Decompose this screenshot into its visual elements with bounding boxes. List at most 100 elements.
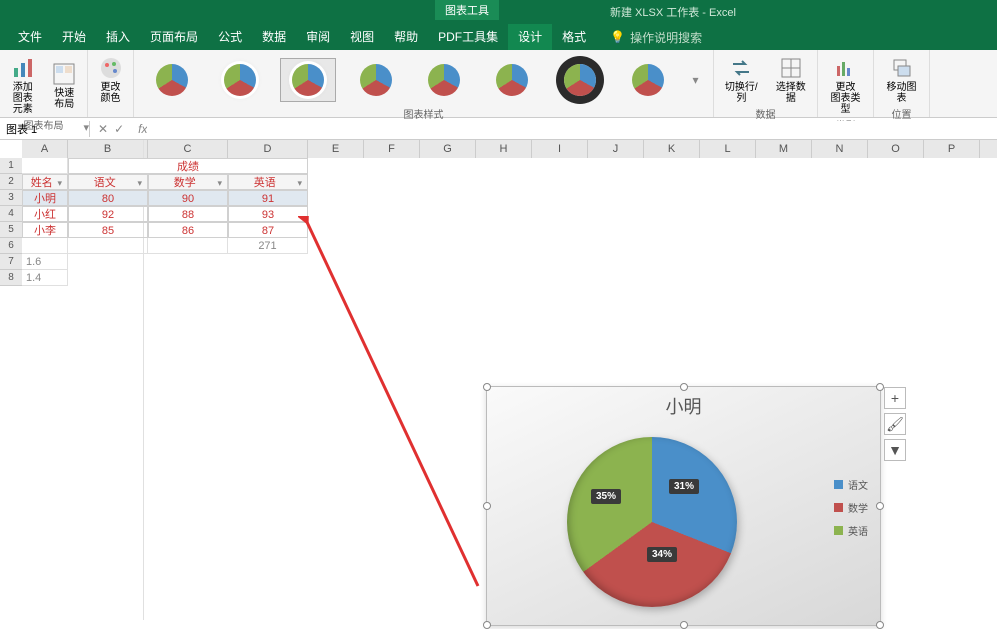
column-header[interactable]: B bbox=[68, 140, 148, 158]
column-header[interactable]: D bbox=[228, 140, 308, 158]
resize-handle[interactable] bbox=[876, 383, 884, 391]
ribbon-location-group: 移动图表 位置 bbox=[874, 50, 930, 117]
styles-more-button[interactable]: ▾ bbox=[688, 69, 702, 91]
table-cell[interactable]: 90 bbox=[148, 190, 228, 206]
row-header[interactable]: 4 bbox=[0, 206, 22, 222]
chart-filter-button[interactable]: ▼ bbox=[884, 439, 906, 461]
tab-file[interactable]: 文件 bbox=[8, 24, 52, 50]
column-header[interactable]: A bbox=[22, 140, 68, 158]
table-cell[interactable]: 小李 bbox=[22, 222, 68, 238]
column-header[interactable]: L bbox=[700, 140, 756, 158]
select-data-button[interactable]: 选择数据 bbox=[771, 54, 811, 106]
chart-style-6[interactable] bbox=[484, 58, 540, 102]
chart-style-2[interactable] bbox=[212, 58, 268, 102]
tab-help[interactable]: 帮助 bbox=[384, 24, 428, 50]
resize-handle[interactable] bbox=[483, 383, 491, 391]
resize-handle[interactable] bbox=[680, 621, 688, 629]
move-chart-button[interactable]: 移动图表 bbox=[880, 54, 923, 106]
chart-object[interactable]: 小明 31% 34% 35% 语文 数学 英语 + 🖌 ▼ bbox=[486, 386, 881, 626]
table-cell[interactable]: 小红 bbox=[22, 206, 68, 222]
column-header[interactable]: P bbox=[924, 140, 980, 158]
tell-me-text: 操作说明搜索 bbox=[630, 29, 702, 46]
chart-styles-button[interactable]: 🖌 bbox=[884, 413, 906, 435]
chart-style-4[interactable] bbox=[348, 58, 404, 102]
column-header[interactable]: N bbox=[812, 140, 868, 158]
column-header[interactable]: K bbox=[644, 140, 700, 158]
pie-chart[interactable]: 31% 34% 35% bbox=[567, 437, 737, 607]
formula-input[interactable] bbox=[147, 121, 997, 136]
table-cell[interactable]: 87 bbox=[228, 222, 308, 238]
table-cell[interactable]: 92 bbox=[68, 206, 148, 222]
quick-layout-button[interactable]: 快速布局 bbox=[48, 60, 82, 112]
row-header[interactable]: 7 bbox=[0, 254, 22, 270]
row-header[interactable]: 1 bbox=[0, 158, 22, 174]
tell-me-search[interactable]: 💡 操作说明搜索 bbox=[610, 29, 702, 46]
formula-bar: 图表 1 ▾ ✕ ✓ fx bbox=[0, 118, 997, 140]
chart-type-icon bbox=[834, 56, 858, 80]
row-header[interactable]: 3 bbox=[0, 190, 22, 206]
chart-style-8[interactable] bbox=[620, 58, 676, 102]
merged-header-cell[interactable]: 成绩 bbox=[68, 158, 308, 174]
change-chart-type-button[interactable]: 更改 图表类型 bbox=[824, 54, 867, 117]
column-header[interactable]: I bbox=[532, 140, 588, 158]
resize-handle[interactable] bbox=[483, 502, 491, 510]
column-header[interactable]: J bbox=[588, 140, 644, 158]
column-header[interactable]: E bbox=[308, 140, 364, 158]
change-colors-button[interactable]: 更改 颜色 bbox=[95, 54, 127, 106]
tab-pdf[interactable]: PDF工具集 bbox=[428, 24, 508, 50]
enter-icon[interactable]: ✓ bbox=[114, 122, 124, 136]
data-cell[interactable]: 1.6 bbox=[22, 254, 68, 270]
resize-handle[interactable] bbox=[876, 621, 884, 629]
table-cell[interactable]: 93 bbox=[228, 206, 308, 222]
row-headers[interactable]: 1 2 3 4 5 6 7 8 bbox=[0, 158, 22, 286]
cancel-icon[interactable]: ✕ bbox=[98, 122, 108, 136]
table-cell[interactable]: 85 bbox=[68, 222, 148, 238]
data-cell[interactable]: 1.4 bbox=[22, 270, 68, 286]
table-cell[interactable]: 86 bbox=[148, 222, 228, 238]
row-header[interactable]: 8 bbox=[0, 270, 22, 286]
tab-data[interactable]: 数据 bbox=[252, 24, 296, 50]
column-headers[interactable]: ABCDEFGHIJKLMNOP bbox=[22, 140, 997, 158]
column-header[interactable]: O bbox=[868, 140, 924, 158]
resize-handle[interactable] bbox=[876, 502, 884, 510]
tab-view[interactable]: 视图 bbox=[340, 24, 384, 50]
column-header[interactable]: F bbox=[364, 140, 420, 158]
tab-formulas[interactable]: 公式 bbox=[208, 24, 252, 50]
tab-home[interactable]: 开始 bbox=[52, 24, 96, 50]
switch-row-col-button[interactable]: 切换行/列 bbox=[720, 54, 763, 106]
table-cell[interactable]: 小明 bbox=[22, 190, 68, 206]
table-cell[interactable]: 91 bbox=[228, 190, 308, 206]
column-header[interactable]: M bbox=[756, 140, 812, 158]
chart-style-7[interactable] bbox=[552, 58, 608, 102]
column-header[interactable]: C bbox=[148, 140, 228, 158]
row-header[interactable]: 2 bbox=[0, 174, 22, 190]
resize-handle[interactable] bbox=[483, 621, 491, 629]
chart-style-1[interactable] bbox=[144, 58, 200, 102]
row-header[interactable]: 5 bbox=[0, 222, 22, 238]
add-chart-element-button[interactable]: 添加图表 元素 bbox=[6, 54, 40, 117]
header-cell[interactable]: 姓名▾ bbox=[22, 174, 68, 190]
tab-format[interactable]: 格式 bbox=[552, 24, 596, 50]
header-cell[interactable]: 数学▾ bbox=[148, 174, 228, 190]
sum-cell[interactable]: 271 bbox=[228, 238, 308, 254]
tab-layout[interactable]: 页面布局 bbox=[140, 24, 208, 50]
spreadsheet-grid[interactable]: ABCDEFGHIJKLMNOP 1 2 3 4 5 6 7 8 成绩 姓名▾ … bbox=[0, 140, 997, 286]
table-cell[interactable]: 88 bbox=[148, 206, 228, 222]
tab-design[interactable]: 设计 bbox=[508, 24, 552, 50]
tab-review[interactable]: 审阅 bbox=[296, 24, 340, 50]
cells-area[interactable]: 成绩 姓名▾ 语文▾ 数学▾ 英语▾ 小明 80 90 91 小红 92 88 … bbox=[22, 158, 308, 286]
chart-title[interactable]: 小明 bbox=[487, 387, 880, 419]
chart-legend[interactable]: 语文 数学 英语 bbox=[834, 477, 868, 546]
column-header[interactable]: H bbox=[476, 140, 532, 158]
resize-handle[interactable] bbox=[680, 383, 688, 391]
column-header[interactable]: G bbox=[420, 140, 476, 158]
tab-insert[interactable]: 插入 bbox=[96, 24, 140, 50]
row-header[interactable]: 6 bbox=[0, 238, 22, 254]
chart-style-5[interactable] bbox=[416, 58, 472, 102]
name-box[interactable]: 图表 1 ▾ bbox=[0, 121, 90, 137]
header-cell[interactable]: 语文▾ bbox=[68, 174, 148, 190]
header-cell[interactable]: 英语▾ bbox=[228, 174, 308, 190]
chart-elements-button[interactable]: + bbox=[884, 387, 906, 409]
table-cell[interactable]: 80 bbox=[68, 190, 148, 206]
chart-style-3[interactable] bbox=[280, 58, 336, 102]
